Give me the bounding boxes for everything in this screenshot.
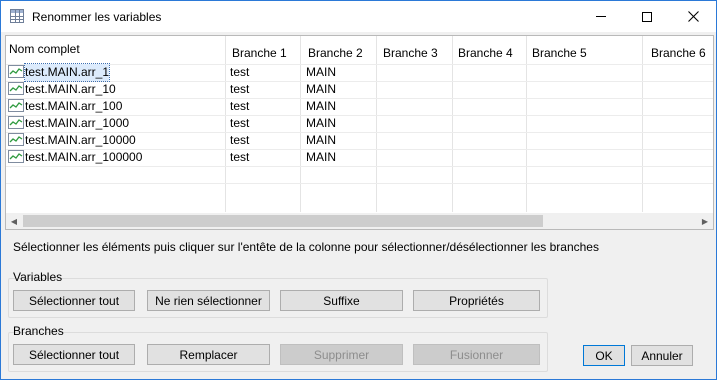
row-branch-2-cell[interactable]: MAIN <box>306 81 336 98</box>
variables-select-all-button[interactable]: Sélectionner tout <box>13 290 135 311</box>
merge-button[interactable]: Fusionner <box>413 344 540 365</box>
signal-chart-icon <box>8 65 24 78</box>
column-header-branch-4[interactable]: Branche 4 <box>458 46 513 74</box>
suffix-button[interactable]: Suffixe <box>280 290 403 311</box>
signal-chart-icon <box>8 82 24 95</box>
column-header-branch-6[interactable]: Branche 6 <box>651 46 706 74</box>
scrollbar-thumb[interactable] <box>23 215 543 227</box>
cancel-button[interactable]: Annuler <box>631 345 693 366</box>
scroll-right-icon[interactable]: ▶ <box>697 213 713 229</box>
horizontal-scrollbar[interactable]: ◀ ▶ <box>6 213 713 229</box>
variables-grid[interactable]: Nom complet Branche 1 Branche 2 Branche … <box>5 35 714 230</box>
properties-button[interactable]: Propriétés <box>413 290 540 311</box>
rename-variables-dialog: Renommer les variables Nom complet Branc… <box>0 0 717 380</box>
row-branch-2-cell[interactable]: MAIN <box>306 132 336 149</box>
table-icon <box>10 9 24 23</box>
variables-select-none-button[interactable]: Ne rien sélectionner <box>147 290 270 311</box>
row-branch-2-cell[interactable]: MAIN <box>306 115 336 132</box>
row-name-cell[interactable]: test.MAIN.arr_1 <box>23 63 111 82</box>
row-name-cell[interactable]: test.MAIN.arr_10000 <box>25 132 136 149</box>
row-branch-2-cell[interactable]: MAIN <box>306 98 336 115</box>
maximize-button[interactable] <box>624 1 670 32</box>
row-name-cell[interactable]: test.MAIN.arr_10 <box>25 81 116 98</box>
row-name-cell[interactable]: test.MAIN.arr_1000 <box>25 115 129 132</box>
column-header-branch-5[interactable]: Branche 5 <box>532 46 587 74</box>
replace-button[interactable]: Remplacer <box>147 344 270 365</box>
title-bar: Renommer les variables <box>1 1 716 32</box>
branches-group-label: Branches <box>13 324 64 338</box>
close-button[interactable] <box>670 1 716 32</box>
scroll-left-icon[interactable]: ◀ <box>6 213 22 229</box>
row-branch-1-cell[interactable]: test <box>230 149 249 166</box>
row-branch-2-cell[interactable]: MAIN <box>306 149 336 166</box>
column-header-branch-3[interactable]: Branche 3 <box>383 46 438 74</box>
signal-chart-icon <box>8 133 24 146</box>
maximize-icon <box>642 11 652 22</box>
variables-group-label: Variables <box>13 270 63 284</box>
row-branch-1-cell[interactable]: test <box>230 64 249 81</box>
branches-select-all-button[interactable]: Sélectionner tout <box>13 344 135 365</box>
signal-chart-icon <box>8 150 24 163</box>
delete-button[interactable]: Supprimer <box>280 344 403 365</box>
minimize-button[interactable] <box>578 1 624 32</box>
ok-button[interactable]: OK <box>583 345 625 366</box>
close-icon <box>687 11 699 22</box>
row-branch-1-cell[interactable]: test <box>230 98 249 115</box>
row-branch-1-cell[interactable]: test <box>230 115 249 132</box>
instruction-text: Sélectionner les éléments puis cliquer s… <box>13 240 599 254</box>
row-name-cell[interactable]: test.MAIN.arr_100000 <box>25 149 142 166</box>
row-branch-1-cell[interactable]: test <box>230 132 249 149</box>
signal-chart-icon <box>8 99 24 112</box>
row-name-cell[interactable]: test.MAIN.arr_100 <box>25 98 122 115</box>
row-branch-2-cell[interactable]: MAIN <box>306 64 336 81</box>
minimize-icon <box>596 16 606 17</box>
window-title: Renommer les variables <box>32 10 162 24</box>
signal-chart-icon <box>8 116 24 129</box>
row-branch-1-cell[interactable]: test <box>230 81 249 98</box>
